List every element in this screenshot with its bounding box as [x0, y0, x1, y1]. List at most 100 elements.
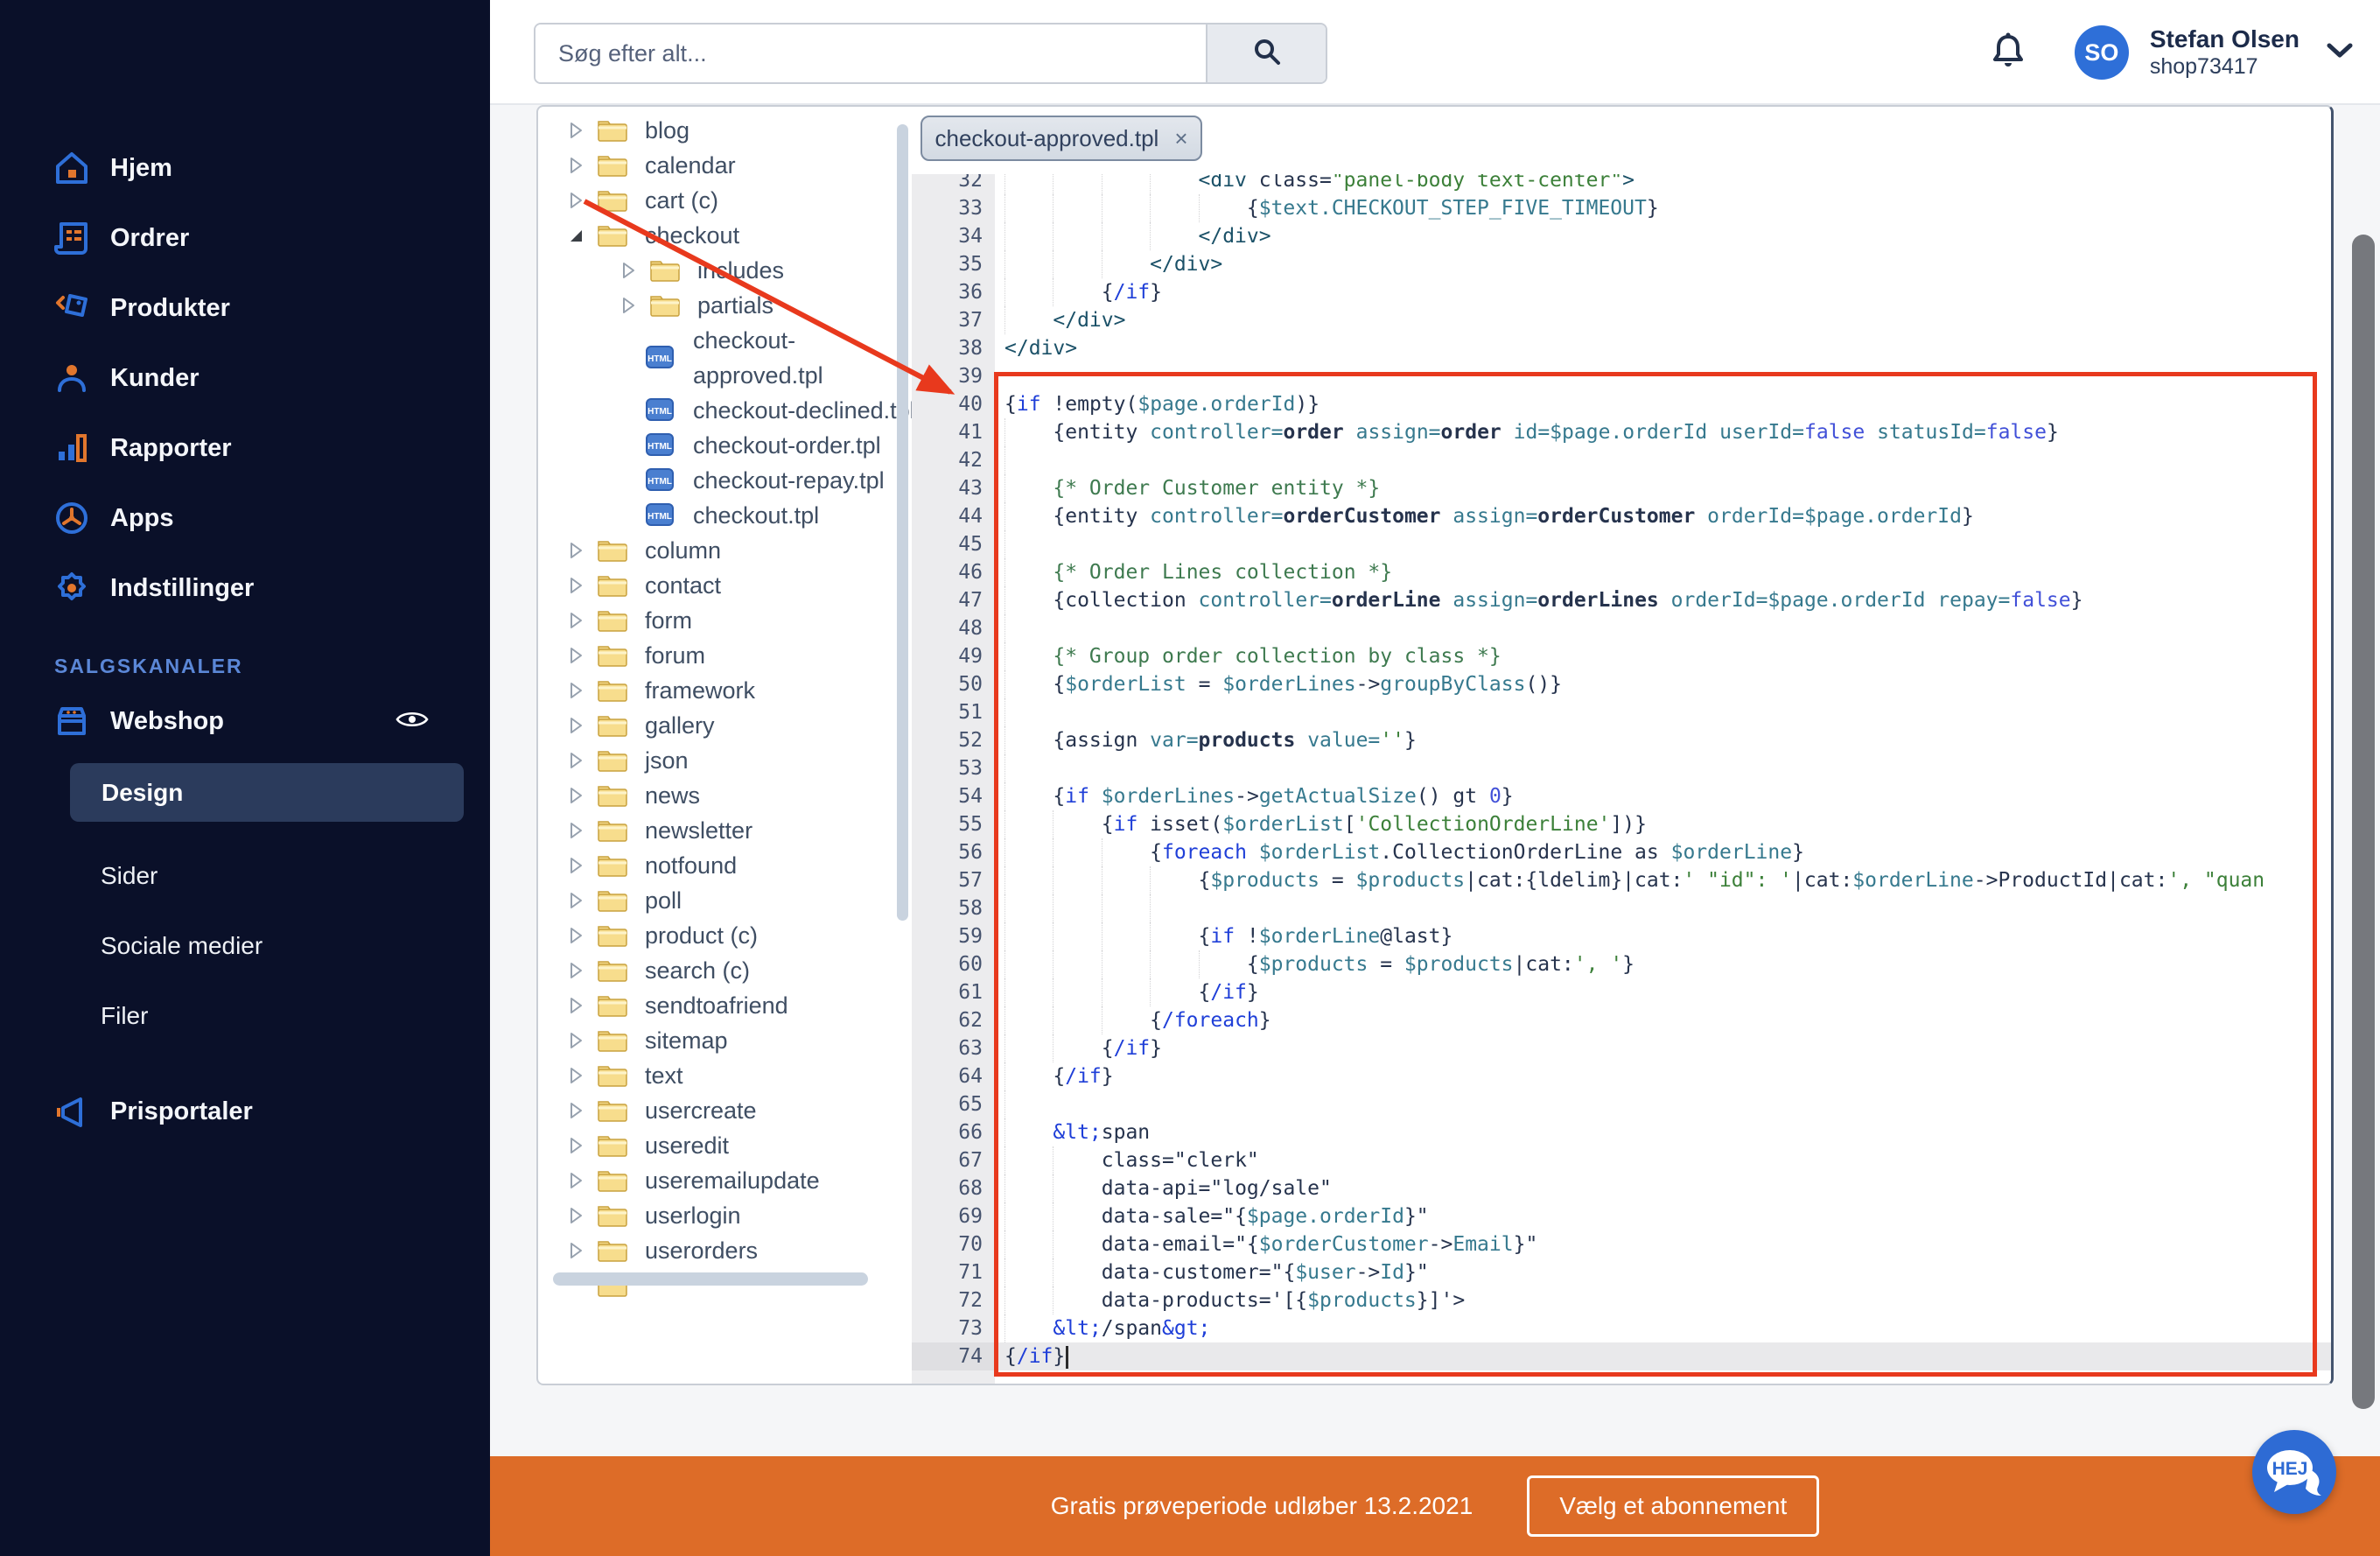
tree-item-checkout-order.tpl[interactable]: HTMLcheckout-order.tpl [538, 428, 912, 463]
code-line-50[interactable]: {$orderList = $orderLines->groupByClass(… [1004, 670, 1562, 698]
sidebar-subitem-sider[interactable]: Sider [101, 862, 158, 890]
code-line-38[interactable]: </div> [1004, 334, 1077, 362]
code-line-49[interactable]: {* Group order collection by class *} [1004, 642, 1502, 670]
tree-item-userlogin[interactable]: userlogin [538, 1198, 912, 1233]
expand-arrow-icon[interactable] [566, 821, 585, 840]
tree-item-checkout[interactable]: checkout [538, 218, 912, 253]
tree-item-includes[interactable]: includes [538, 253, 912, 288]
code-line-57[interactable]: {$products = $products|cat:{ldelim}|cat:… [1004, 866, 2264, 894]
tree-item-poll[interactable]: poll [538, 883, 912, 918]
sidebar-item-hjem[interactable]: Hjem [0, 140, 490, 196]
expand-arrow-icon[interactable] [566, 961, 585, 980]
search-input[interactable] [536, 25, 1206, 82]
code-line-71[interactable]: data-customer="{$user->Id}" [1004, 1258, 1429, 1286]
code-line-40[interactable]: {if !empty($page.orderId)} [1004, 390, 1320, 418]
code-line-66[interactable]: &lt;span [1004, 1118, 1150, 1146]
tree-item-forum[interactable]: forum [538, 638, 912, 673]
code-line-67[interactable]: class="clerk" [1004, 1146, 1259, 1174]
tree-item-news[interactable]: news [538, 778, 912, 813]
code-line-44[interactable]: {entity controller=orderCustomer assign=… [1004, 502, 1974, 530]
eye-icon[interactable] [396, 708, 429, 735]
tree-item-usercreate[interactable]: usercreate [538, 1093, 912, 1128]
code-line-56[interactable]: {foreach $orderList.CollectionOrderLine … [1004, 838, 1804, 866]
expand-arrow-icon[interactable] [566, 1171, 585, 1190]
expand-arrow-icon[interactable] [566, 786, 585, 805]
editor-tab-checkout-approved[interactable]: checkout-approved.tpl × [920, 116, 1202, 161]
expand-arrow-icon[interactable] [566, 891, 585, 910]
code-line-69[interactable]: data-sale="{$page.orderId}" [1004, 1202, 1429, 1230]
tree-item-text[interactable]: text [538, 1058, 912, 1093]
expand-arrow-icon[interactable] [566, 576, 585, 595]
chevron-down-icon[interactable] [2326, 42, 2354, 64]
code-line-48[interactable] [1004, 614, 1053, 642]
code-line-35[interactable]: </div> [1004, 250, 1222, 278]
notifications-bell-icon[interactable] [1991, 32, 2026, 74]
tree-vertical-scrollbar[interactable] [897, 124, 908, 921]
code-line-43[interactable]: {* Order Customer entity *} [1004, 474, 1380, 502]
tree-item-checkout-approved.tpl[interactable]: HTMLcheckout-approved.tpl [538, 323, 912, 393]
sidebar-subitem-design-selected[interactable]: Design [70, 763, 464, 822]
expand-arrow-icon[interactable] [566, 1136, 585, 1155]
sidebar-item-webshop[interactable]: Webshop [0, 693, 490, 749]
code-line-33[interactable]: {$text.CHECKOUT_STEP_FIVE_TIMEOUT} [1004, 194, 1659, 222]
expand-arrow-icon[interactable] [566, 156, 585, 175]
expand-arrow-icon[interactable] [566, 856, 585, 875]
collapse-arrow-icon[interactable] [566, 226, 585, 245]
sidebar-item-indstillinger[interactable]: Indstillinger [0, 560, 490, 616]
code-line-53[interactable] [1004, 754, 1053, 782]
expand-arrow-icon[interactable] [619, 261, 638, 280]
tree-item-column[interactable]: column [538, 533, 912, 568]
sidebar-item-apps[interactable]: Apps [0, 490, 490, 546]
code-line-64[interactable]: {/if} [1004, 1062, 1114, 1090]
code-line-51[interactable] [1004, 698, 1053, 726]
choose-subscription-button[interactable]: Vælg et abonnement [1527, 1475, 1819, 1537]
expand-arrow-icon[interactable] [566, 1241, 585, 1260]
expand-arrow-icon[interactable] [566, 611, 585, 630]
code-line-42[interactable] [1004, 446, 1053, 474]
code-line-47[interactable]: {collection controller=orderLine assign=… [1004, 586, 2083, 614]
sidebar-subitem-sociale-medier[interactable]: Sociale medier [101, 932, 262, 960]
expand-arrow-icon[interactable] [566, 1031, 585, 1050]
tree-item-partials[interactable]: partials [538, 288, 912, 323]
expand-arrow-icon[interactable] [566, 121, 585, 140]
tree-item-sitemap[interactable]: sitemap [538, 1023, 912, 1058]
tree-item-sendtoafriend[interactable]: sendtoafriend [538, 988, 912, 1023]
tree-item-productc[interactable]: product (c) [538, 918, 912, 953]
code-line-32[interactable]: <div class="panel-body text-center"> [1004, 174, 1634, 194]
sidebar-item-kunder[interactable]: Kunder [0, 350, 490, 406]
tree-item-useredit[interactable]: useredit [538, 1128, 912, 1163]
code-line-52[interactable]: {assign var=products value=''} [1004, 726, 1417, 754]
code-line-59[interactable]: {if !$orderLine@last} [1004, 922, 1452, 950]
code-line-34[interactable]: </div> [1004, 222, 1271, 250]
avatar[interactable]: SO [2075, 25, 2129, 80]
expand-arrow-icon[interactable] [566, 926, 585, 945]
code-editor[interactable]: <div class="panel-body text-center"> {$t… [995, 174, 2333, 1385]
code-line-45[interactable] [1004, 530, 1053, 558]
page-scrollbar[interactable] [2352, 235, 2375, 1409]
chat-widget-button[interactable]: HEJ [2252, 1430, 2336, 1514]
code-line-37[interactable]: </div> [1004, 306, 1125, 334]
tree-item-searchc[interactable]: search (c) [538, 953, 912, 988]
sidebar-subitem-filer[interactable]: Filer [101, 1002, 148, 1030]
tree-item-blog[interactable]: blog [538, 113, 912, 148]
tree-item-userorders[interactable]: userorders [538, 1233, 912, 1268]
tree-item-checkout-declined.tpl[interactable]: HTMLcheckout-declined.tpl [538, 393, 912, 428]
code-line-41[interactable]: {entity controller=order assign=order id… [1004, 418, 2059, 446]
code-line-61[interactable]: {/if} [1004, 978, 1259, 1006]
code-line-60[interactable]: {$products = $products|cat:', '} [1004, 950, 1634, 978]
tab-close-icon[interactable]: × [1174, 125, 1187, 152]
tree-item-contact[interactable]: contact [538, 568, 912, 603]
expand-arrow-icon[interactable] [566, 681, 585, 700]
expand-arrow-icon[interactable] [566, 646, 585, 665]
tree-item-framework[interactable]: framework [538, 673, 912, 708]
tree-item-notfound[interactable]: notfound [538, 848, 912, 883]
code-line-55[interactable]: {if isset($orderList['CollectionOrderLin… [1004, 810, 1647, 838]
tree-item-form[interactable]: form [538, 603, 912, 638]
expand-arrow-icon[interactable] [566, 751, 585, 770]
tree-item-calendar[interactable]: calendar [538, 148, 912, 183]
code-line-74[interactable]: {/if} [1004, 1342, 1068, 1370]
search-button[interactable] [1206, 25, 1326, 82]
tree-item-json[interactable]: json [538, 743, 912, 778]
sidebar-item-produkter[interactable]: Produkter [0, 280, 490, 336]
code-line-65[interactable] [1004, 1090, 1053, 1118]
